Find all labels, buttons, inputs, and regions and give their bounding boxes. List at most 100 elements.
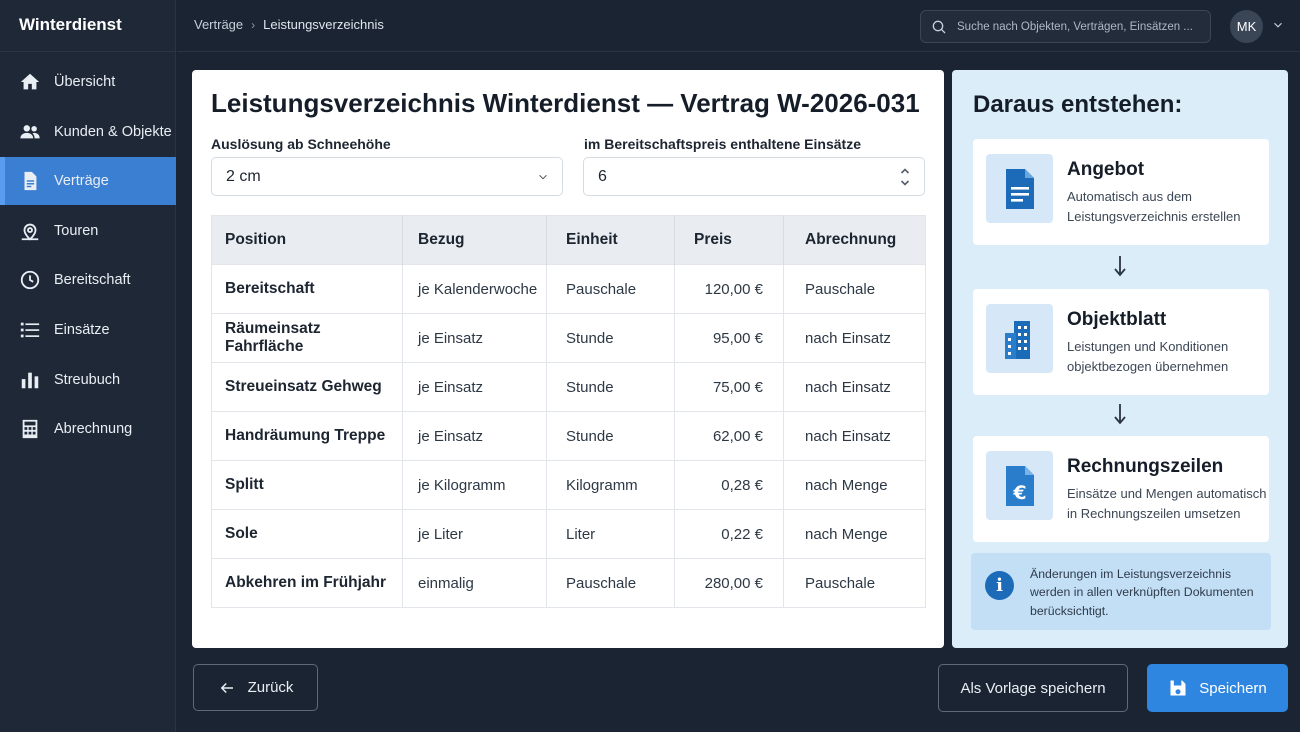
sidebar-item-label: Übersicht xyxy=(54,74,116,90)
sidebar-item-vertraege[interactable]: Verträge xyxy=(0,157,176,206)
cell-einheit: Pauschale xyxy=(546,264,675,314)
step-title: Angebot xyxy=(1067,159,1145,180)
table-row[interactable]: Splitt je Kilogramm Kilogramm 0,28 € nac… xyxy=(211,460,926,510)
step-description: Leistungen und Konditionen objektbezogen… xyxy=(1067,339,1229,374)
sidebar-item-abrechnung[interactable]: Abrechnung xyxy=(0,405,176,453)
table-row[interactable]: Räumeinsatz Fahrfläche je Einsatz Stunde… xyxy=(211,313,926,363)
snow-height-value: 2 cm xyxy=(226,167,261,185)
cell-abrechnung: Pauschale xyxy=(783,264,926,314)
sidebar-item-label: Abrechnung xyxy=(54,421,133,438)
list-icon xyxy=(19,319,41,341)
output-panel: Daraus entstehen: Angebot Automatisch au… xyxy=(952,70,1288,648)
step-angebot[interactable]: Angebot Automatisch aus dem Leistungsver… xyxy=(973,139,1269,245)
included-stepper[interactable]: 6 xyxy=(583,157,925,196)
cell-einheit: Stunde xyxy=(546,313,675,363)
sidebar-item-streubuch[interactable]: Streubuch xyxy=(0,356,176,404)
cell-preis: 0,22 € xyxy=(674,509,784,559)
cell-bezug: je Liter xyxy=(402,509,547,559)
column-header-abrechnung: Abrechnung xyxy=(783,215,926,265)
cell-bezug: je Einsatz xyxy=(402,362,547,412)
cell-preis: 75,00 € xyxy=(674,362,784,412)
cell-abrechnung: Pauschale xyxy=(783,558,926,608)
svg-text:€: € xyxy=(1012,482,1026,504)
step-objektblatt[interactable]: Objektblatt Leistungen und Konditionen o… xyxy=(973,289,1269,395)
cell-position: Handräumung Treppe xyxy=(211,411,403,461)
cell-bezug: einmalig xyxy=(402,558,547,608)
document-icon xyxy=(19,170,41,192)
cell-position: Streueinsatz Gehweg xyxy=(211,362,403,412)
sidebar-item-kunden-objekte[interactable]: Kunden & Objekte xyxy=(0,108,176,156)
breadcrumb-current: Leistungsverzeichnis xyxy=(263,17,384,32)
back-button[interactable]: Zurück xyxy=(193,664,318,711)
chevron-down-icon[interactable] xyxy=(1271,18,1285,32)
arrow-down-icon xyxy=(1112,254,1128,278)
breadcrumb: Verträge › Leistungsverzeichnis xyxy=(194,17,384,32)
cell-preis: 120,00 € xyxy=(674,264,784,314)
included-label: im Bereitschaftspreis enthaltene Einsätz… xyxy=(584,136,861,152)
table-row[interactable]: Bereitschaft je Kalenderwoche Pauschale … xyxy=(211,264,926,314)
cell-abrechnung: nach Menge xyxy=(783,460,926,510)
cell-einheit: Stunde xyxy=(546,362,675,412)
avatar[interactable]: MK xyxy=(1230,10,1263,43)
step-description: Einsätze und Mengen automatisch in Rechn… xyxy=(1067,486,1267,521)
stepper-icon[interactable] xyxy=(899,166,911,188)
trigger-label: Auslösung ab Schneehöhe xyxy=(211,136,391,152)
app-title: Winterdienst xyxy=(0,0,175,52)
table-row[interactable]: Abkehren im Frühjahr einmalig Pauschale … xyxy=(211,558,926,608)
snow-height-select[interactable]: 2 cm xyxy=(211,157,563,196)
sidebar-item-label: Verträge xyxy=(54,173,109,190)
building-icon xyxy=(986,304,1053,373)
cell-bezug: je Einsatz xyxy=(402,313,547,363)
cell-preis: 0,28 € xyxy=(674,460,784,510)
step-rechnungszeilen[interactable]: € Rechnungszeilen Einsätze und Mengen au… xyxy=(973,436,1269,542)
table-row[interactable]: Handräumung Treppe je Einsatz Stunde 62,… xyxy=(211,411,926,461)
page-title: Leistungsverzeichnis Winterdienst — Vert… xyxy=(211,88,920,118)
info-icon: i xyxy=(985,571,1014,600)
cell-abrechnung: nach Menge xyxy=(783,509,926,559)
search-icon xyxy=(932,20,946,33)
save-as-template-button[interactable]: Als Vorlage speichern xyxy=(938,664,1128,712)
save-button-label: Speichern xyxy=(1199,679,1267,697)
sidebar-item-einsaetze[interactable]: Einsätze xyxy=(0,306,176,354)
arrow-left-icon xyxy=(220,682,233,693)
sidebar-item-bereitschaft[interactable]: Bereitschaft xyxy=(0,256,176,304)
sidebar-item-uebersicht[interactable]: Übersicht xyxy=(0,58,176,106)
cell-position: Splitt xyxy=(211,460,403,510)
included-value: 6 xyxy=(598,167,607,185)
cell-position: Räumeinsatz Fahrfläche xyxy=(211,313,403,363)
sidebar-nav: Übersicht Kunden & Objekte Verträge Tour… xyxy=(0,58,176,455)
cell-einheit: Pauschale xyxy=(546,558,675,608)
euro-document-icon: € xyxy=(986,451,1053,520)
cell-preis: 280,00 € xyxy=(674,558,784,608)
table-header-row: Position Bezug Einheit Preis Abrechnung xyxy=(211,215,926,265)
cell-bezug: je Kilogramm xyxy=(402,460,547,510)
sidebar-item-label: Streubuch xyxy=(54,371,121,388)
search-input[interactable] xyxy=(957,20,1197,33)
save-button[interactable]: Speichern xyxy=(1147,664,1288,712)
table-row[interactable]: Streueinsatz Gehweg je Einsatz Stunde 75… xyxy=(211,362,926,412)
cell-position: Sole xyxy=(211,509,403,559)
clock-icon xyxy=(19,269,41,291)
info-text: Änderungen im Leistungsverzeichnis werde… xyxy=(1030,567,1254,618)
top-bar: Verträge › Leistungsverzeichnis MK xyxy=(177,0,1300,52)
cell-preis: 95,00 € xyxy=(674,313,784,363)
chevron-down-icon xyxy=(536,170,550,184)
chevron-right-icon: › xyxy=(251,17,256,32)
service-table: Position Bezug Einheit Preis Abrechnung … xyxy=(211,215,926,608)
panel-title: Daraus entstehen: xyxy=(973,91,1183,118)
column-header-position: Position xyxy=(211,215,403,265)
column-header-bezug: Bezug xyxy=(402,215,547,265)
sidebar-item-touren[interactable]: Touren xyxy=(0,207,176,255)
step-title: Objektblatt xyxy=(1067,309,1167,330)
cell-einheit: Liter xyxy=(546,509,675,559)
cell-einheit: Stunde xyxy=(546,411,675,461)
cell-bezug: je Kalenderwoche xyxy=(402,264,547,314)
sidebar-item-label: Bereitschaft xyxy=(54,272,131,289)
cell-position: Abkehren im Frühjahr xyxy=(211,558,403,608)
cell-bezug: je Einsatz xyxy=(402,411,547,461)
breadcrumb-vertraege[interactable]: Verträge xyxy=(194,17,243,32)
table-row[interactable]: Sole je Liter Liter 0,22 € nach Menge xyxy=(211,509,926,559)
main-card: Leistungsverzeichnis Winterdienst — Vert… xyxy=(192,70,944,648)
search-box[interactable] xyxy=(920,10,1211,43)
step-title: Rechnungszeilen xyxy=(1067,456,1224,477)
